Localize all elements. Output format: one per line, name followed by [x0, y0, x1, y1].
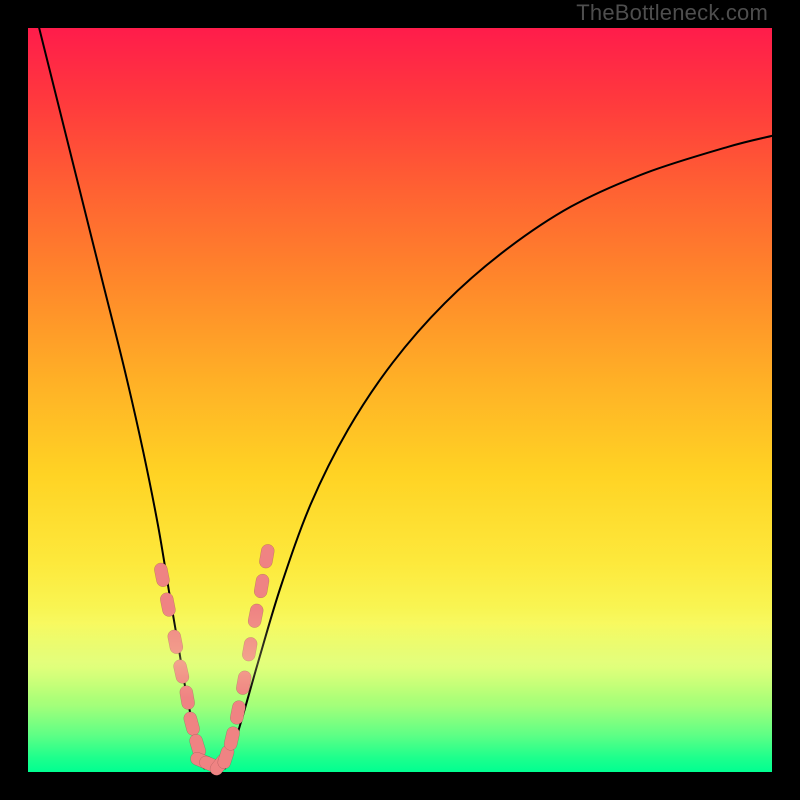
bead	[167, 629, 184, 655]
bead	[247, 603, 264, 629]
watermark-text: TheBottleneck.com	[576, 0, 768, 26]
bead	[182, 710, 201, 737]
left-curve	[39, 28, 204, 768]
curves-layer	[28, 28, 772, 772]
chart-frame: TheBottleneck.com	[0, 0, 800, 800]
beads-left	[153, 562, 224, 775]
beads-right	[207, 543, 275, 778]
bead	[229, 699, 246, 725]
bead	[153, 562, 170, 588]
bead	[179, 685, 196, 711]
plot-area	[28, 28, 772, 772]
bead	[159, 592, 176, 618]
bead	[258, 543, 275, 569]
bead	[223, 725, 241, 751]
right-curve	[225, 136, 772, 768]
bead	[253, 573, 270, 599]
bead	[172, 658, 190, 684]
bead	[241, 636, 258, 662]
